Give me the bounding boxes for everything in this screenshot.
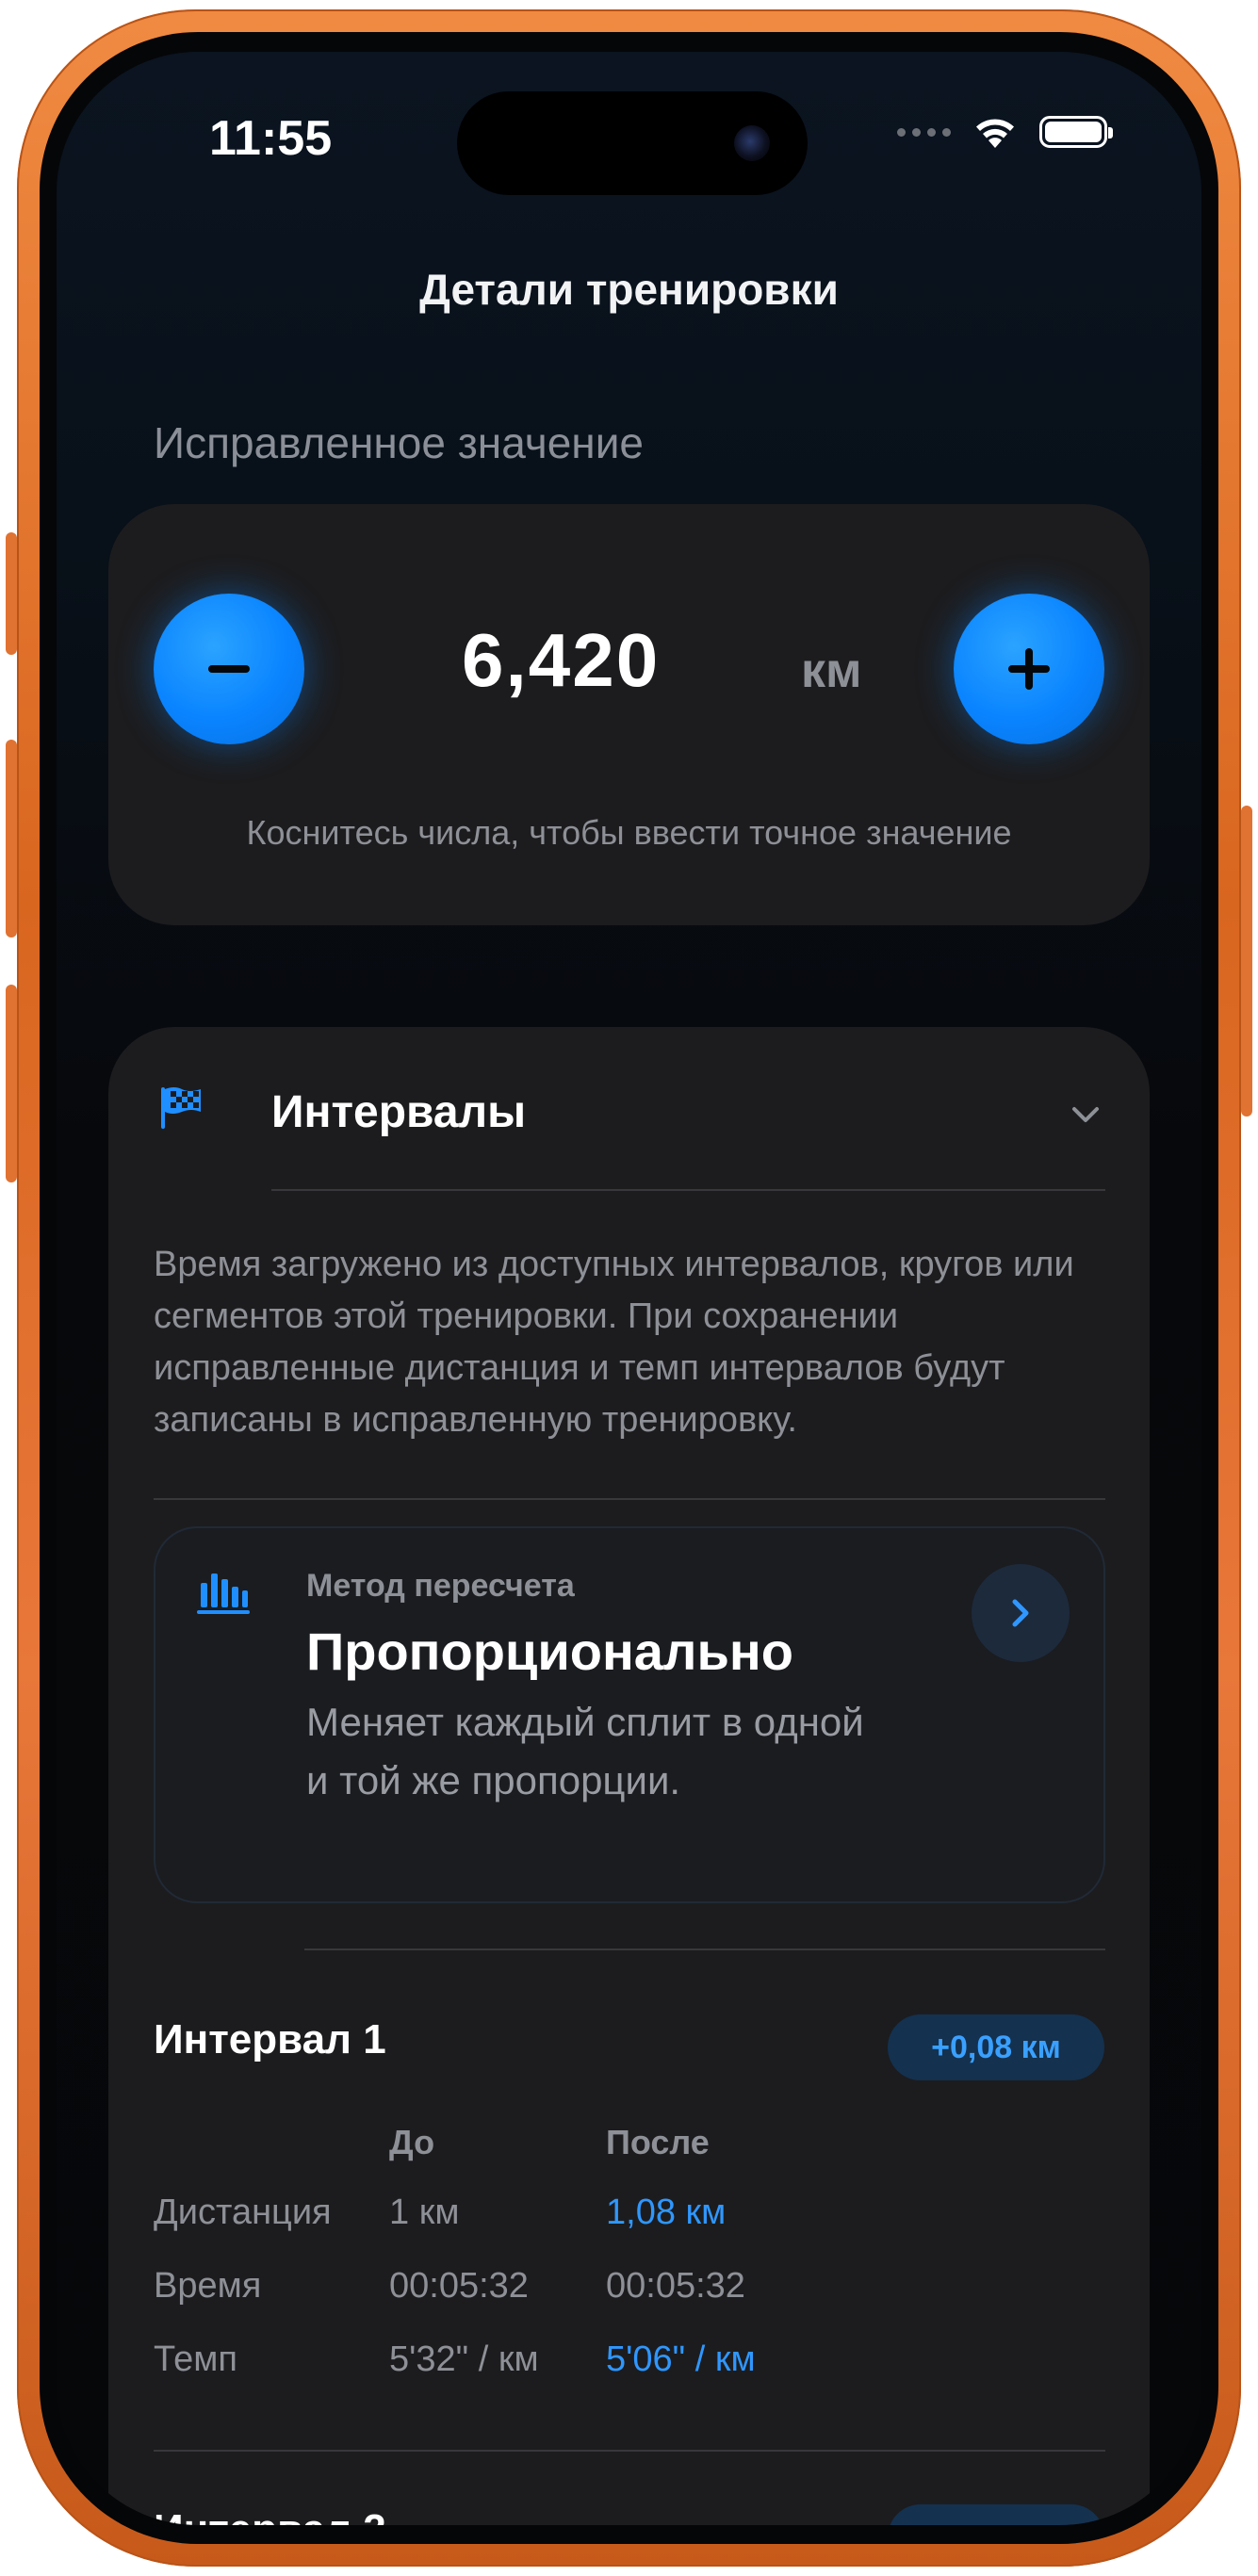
interval-2-name: Интервал 2 (154, 2506, 386, 2525)
interval-1-diff-badge: +0,08 км (888, 2014, 1104, 2080)
divider (271, 1189, 1105, 1191)
page-title: Детали тренировки (419, 265, 839, 314)
row-label-pace: Темп (154, 2340, 237, 2379)
chevron-right-icon (1012, 1599, 1029, 1627)
screen: 11:55 Детали тренировки Исправленное зна… (57, 52, 1201, 2525)
divider (154, 2450, 1105, 2452)
corrected-value-card: 6,420 км Коснитесь числа, чтобы ввести т… (108, 504, 1150, 925)
battery-icon (1039, 116, 1113, 148)
method-label: Метод пересчета (306, 1568, 575, 1604)
intervals-title[interactable]: Интервалы (271, 1086, 526, 1138)
action-button (6, 532, 17, 655)
distance-after: 1,08 км (606, 2193, 727, 2232)
divider (154, 1498, 1105, 1500)
method-open-button[interactable] (972, 1564, 1070, 1662)
column-before: До (389, 2123, 435, 2161)
interval-2-diff-badge: +0,08 км (888, 2504, 1104, 2525)
intervals-card: Интервалы Время загружено из доступных и… (108, 1027, 1150, 2525)
distance-before: 1 км (389, 2193, 460, 2232)
minus-icon (208, 665, 250, 673)
increment-button[interactable] (954, 594, 1104, 744)
method-description: Меняет каждый сплит в одной и той же про… (306, 1700, 864, 1802)
volume-down-button (6, 985, 17, 1182)
pace-after: 5'06" / км (606, 2340, 756, 2379)
divider (304, 1948, 1105, 1950)
plus-icon (1008, 648, 1050, 690)
chevron-down-icon[interactable] (1069, 1098, 1103, 1132)
distance-value[interactable]: 6,420 (462, 617, 660, 704)
status-icons (897, 114, 1113, 150)
volume-up-button (6, 740, 17, 937)
distance-unit: км (801, 644, 862, 698)
signal-dots-icon (897, 127, 951, 137)
method-name: Пропорционально (306, 1622, 793, 1681)
time-before: 00:05:32 (389, 2266, 529, 2306)
dynamic-island (457, 91, 808, 195)
row-label-time: Время (154, 2266, 262, 2306)
recalc-method-button[interactable]: Метод пересчета Пропорционально Меняет к… (154, 1526, 1105, 1903)
interval-1-name: Интервал 1 (154, 2016, 386, 2062)
pace-before: 5'32" / км (389, 2340, 539, 2379)
status-time: 11:55 (209, 111, 333, 166)
decrement-button[interactable] (154, 594, 304, 744)
intervals-description: Время загружено из доступных интервалов,… (154, 1245, 1074, 1440)
row-label-distance: Дистанция (154, 2193, 332, 2232)
corrected-value-label: Исправленное значение (154, 418, 644, 467)
wifi-icon (976, 119, 1014, 148)
checkered-flag-icon (161, 1087, 201, 1129)
power-button (1241, 806, 1252, 1117)
bar-chart-icon (197, 1573, 250, 1614)
time-after: 00:05:32 (606, 2266, 745, 2306)
camera-icon (734, 125, 770, 161)
column-after: После (606, 2123, 710, 2161)
value-hint: Коснитесь числа, чтобы ввести точное зна… (246, 813, 1012, 852)
